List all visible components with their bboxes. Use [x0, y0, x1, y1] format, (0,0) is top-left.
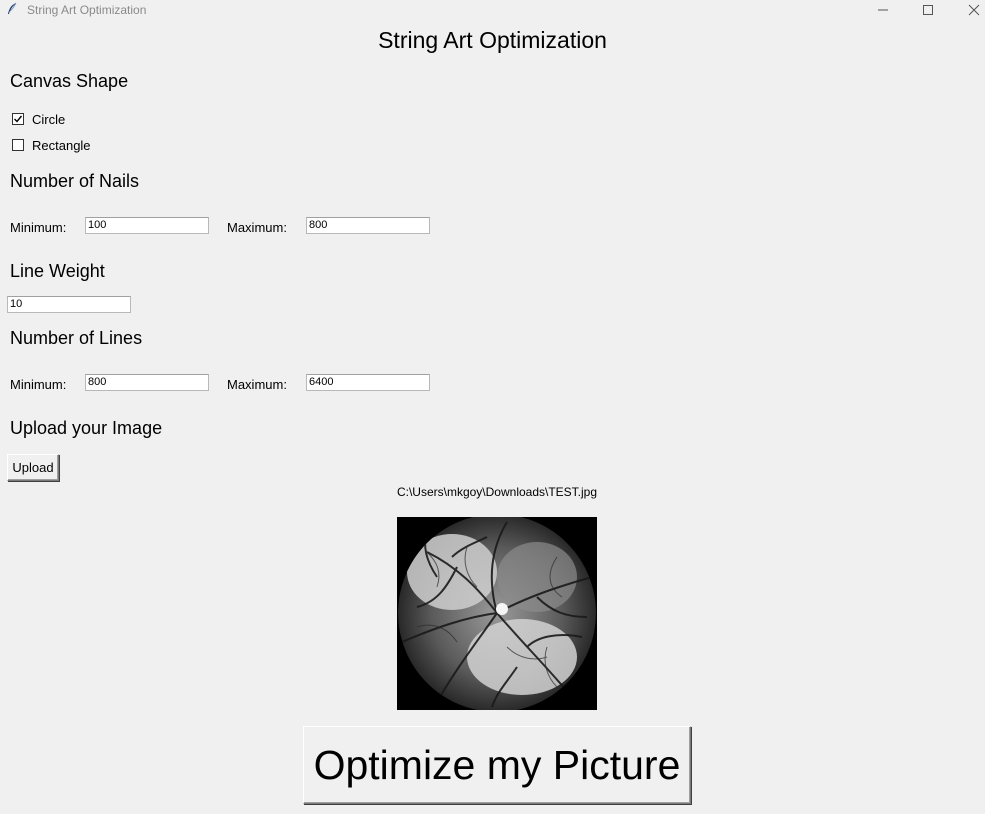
- nails-max-label: Maximum:: [227, 220, 287, 235]
- nails-min-label: Minimum:: [10, 220, 67, 235]
- lines-min-label: Minimum:: [10, 377, 67, 392]
- lines-max-label: Maximum:: [227, 377, 287, 392]
- line-weight-input[interactable]: 10: [7, 296, 131, 313]
- circle-label: Circle: [32, 111, 66, 127]
- circle-checkbox[interactable]: [12, 113, 24, 125]
- app-window: String Art Optimization String Art Optim…: [0, 0, 985, 814]
- upload-heading: Upload your Image: [10, 418, 163, 438]
- window-title: String Art Optimization: [27, 3, 147, 17]
- page-title: String Art Optimization: [378, 27, 607, 53]
- nails-heading: Number of Nails: [10, 171, 140, 191]
- rectangle-checkbox[interactable]: [12, 139, 24, 151]
- feather-icon: [8, 2, 17, 14]
- canvas-shape-heading: Canvas Shape: [10, 71, 129, 91]
- image-preview: [397, 517, 597, 710]
- close-icon: [968, 4, 980, 16]
- upload-button[interactable]: Upload: [7, 454, 59, 481]
- line-weight-heading: Line Weight: [10, 261, 105, 281]
- lines-heading: Number of Lines: [10, 328, 143, 348]
- minimize-button[interactable]: [860, 0, 906, 20]
- nails-max-input[interactable]: 800: [306, 217, 430, 234]
- title-bar: String Art Optimization: [0, 0, 985, 20]
- circle-checkbox-row[interactable]: Circle: [12, 111, 65, 127]
- maximize-icon: [923, 5, 933, 15]
- lines-max-input[interactable]: 6400: [306, 374, 430, 391]
- checkmark-icon: [14, 115, 23, 123]
- rectangle-checkbox-row[interactable]: Rectangle: [12, 137, 91, 153]
- nails-min-input[interactable]: 100: [85, 217, 209, 234]
- close-button[interactable]: [951, 0, 985, 20]
- maximize-button[interactable]: [905, 0, 951, 20]
- rectangle-label: Rectangle: [32, 137, 91, 153]
- optimize-button[interactable]: Optimize my Picture: [303, 726, 691, 804]
- image-preview-graphic: [397, 517, 597, 710]
- file-path-label: C:\Users\mkgoy\Downloads\TEST.jpg: [396, 485, 598, 499]
- minimize-icon: [878, 9, 888, 11]
- lines-min-input[interactable]: 800: [85, 374, 209, 391]
